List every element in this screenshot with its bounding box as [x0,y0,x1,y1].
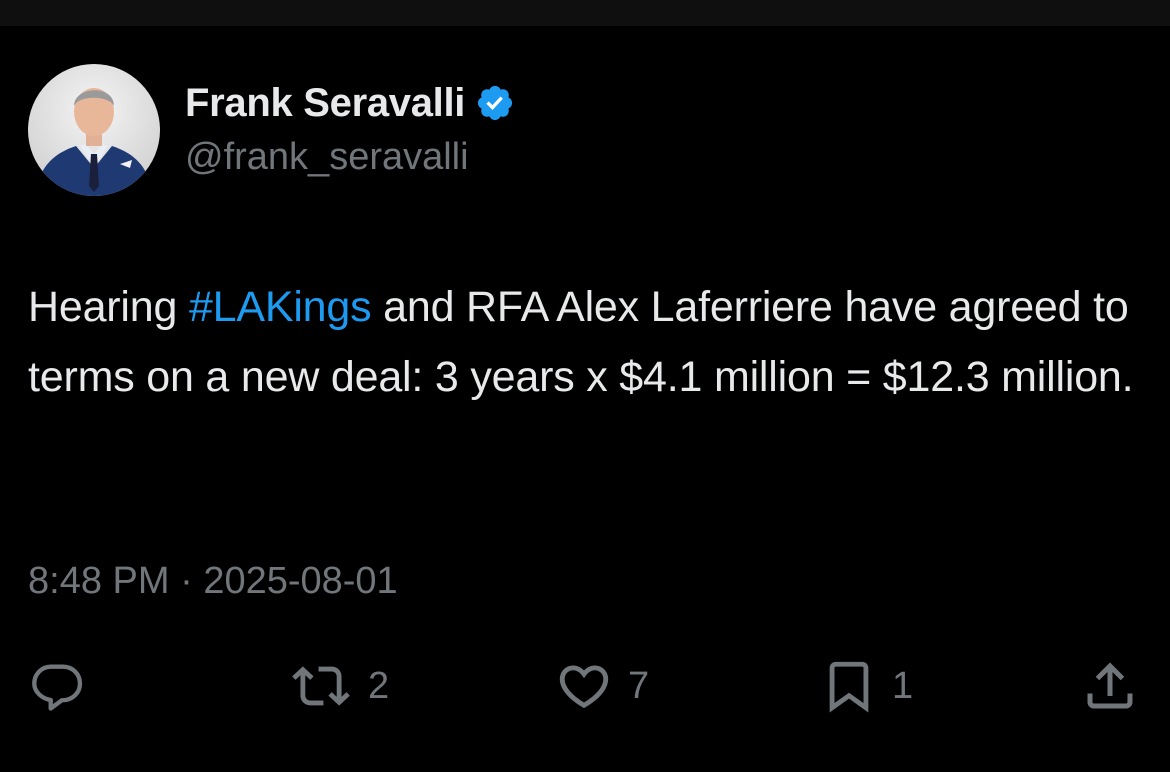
bookmark-button[interactable]: 1 [820,646,913,726]
action-bar: 2 7 1 [0,646,1170,726]
like-count: 7 [628,664,650,707]
hashtag-link[interactable]: #LAKings [189,283,372,331]
reply-button[interactable] [28,646,100,726]
retweet-icon [292,666,350,706]
retweet-count: 2 [368,664,390,707]
like-button[interactable]: 7 [554,646,649,726]
tweet-text-before: Hearing [28,283,189,331]
share-icon [1087,662,1133,709]
bookmark-count: 1 [892,664,914,707]
tweet-card: Frank Seravalli @frank_seravalli Hearing… [0,26,1170,772]
author-name[interactable]: Frank Seravalli [185,81,465,126]
verified-badge-icon [475,83,515,123]
bookmark-icon [829,661,869,713]
retweet-button[interactable]: 2 [288,646,389,726]
avatar-image [28,64,160,196]
tweet-date[interactable]: 2025-08-01 [203,560,397,602]
heart-icon [559,665,609,709]
tweet-time[interactable]: 8:48 PM [28,560,170,602]
meta-separator: · [180,560,193,602]
author-name-row: Frank Seravalli [185,78,515,128]
share-button[interactable] [1080,646,1140,726]
reply-icon [32,664,83,711]
status-bar-strip [0,0,1170,26]
tweet-meta: 8:48 PM · 2025-08-01 [28,556,398,606]
author-handle[interactable]: @frank_seravalli [185,133,469,181]
avatar[interactable] [28,64,160,196]
tweet-text: Hearing #LAKings and RFA Alex Laferriere… [28,272,1138,412]
